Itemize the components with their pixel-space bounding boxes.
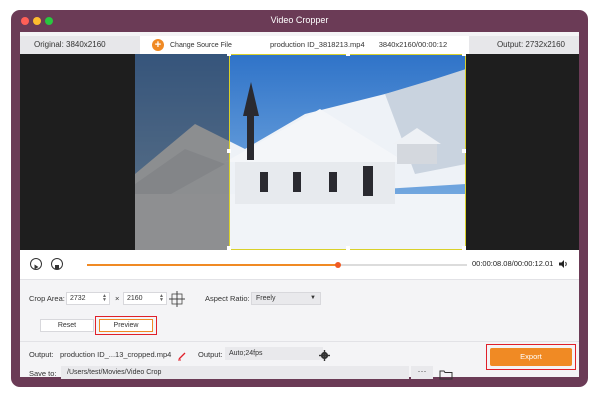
timeline-progress	[87, 264, 338, 266]
reset-button[interactable]: Reset	[40, 319, 94, 332]
aspect-ratio-select[interactable]: Freely ▼	[251, 292, 321, 305]
change-source-button[interactable]: + Change Source File	[152, 38, 232, 52]
stepper-icon[interactable]: ▲ ▼	[102, 294, 107, 303]
crop-height-input[interactable]: 2160 ▲ ▼	[123, 292, 167, 305]
crop-height-value: 2160	[127, 295, 143, 302]
crop-width-value: 2732	[70, 295, 86, 302]
crop-handle-top-left[interactable]	[227, 54, 231, 56]
output-file-name: production ID_...13_cropped.mp4	[60, 350, 172, 359]
highlight-box	[95, 316, 157, 335]
main-panel: Original: 3840x2160 + Change Source File…	[20, 32, 579, 380]
times-sign: ×	[115, 294, 120, 303]
change-source-label: Change Source File	[170, 41, 232, 49]
app-window: Video Cropper Original: 3840x2160 + Chan…	[11, 10, 588, 387]
output-bar: Output: production ID_...13_cropped.mp4 …	[20, 341, 579, 380]
timeline-scrubber[interactable]	[334, 262, 341, 268]
file-name: production ID_3818213.mp4	[270, 40, 365, 49]
gear-icon[interactable]	[319, 348, 330, 366]
stop-icon	[55, 265, 59, 269]
stepper-icon[interactable]: ▲ ▼	[159, 294, 164, 303]
crop-handle-left[interactable]	[227, 149, 231, 153]
crop-frame[interactable]	[227, 54, 466, 250]
volume-icon[interactable]	[558, 259, 569, 271]
chevron-down-icon: ▼	[310, 295, 316, 301]
output-file-label: Output:	[29, 350, 54, 359]
crop-width-input[interactable]: 2732 ▲ ▼	[66, 292, 110, 305]
crop-handle-right[interactable]	[462, 149, 466, 153]
crop-handle-top[interactable]	[346, 54, 350, 56]
crop-area-label: Crop Area:	[29, 294, 65, 303]
center-crop-icon[interactable]	[168, 290, 186, 313]
playback-controls: 00:00:08.08/00:00:12.01	[20, 250, 579, 280]
crop-settings: Crop Area: 2732 ▲ ▼ × 2160 ▲ ▼ Aspect Rati…	[20, 281, 579, 341]
file-info: production ID_3818213.mp4 3840x2160/00:0…	[270, 36, 459, 54]
original-resolution: Original: 3840x2160	[20, 36, 140, 54]
play-button[interactable]	[30, 258, 42, 270]
info-bar: Original: 3840x2160 + Change Source File…	[20, 36, 579, 54]
output-resolution: Output: 2732x2160	[469, 36, 579, 54]
file-meta: 3840x2160/00:00:12	[378, 40, 448, 49]
plus-icon: +	[152, 39, 164, 51]
output-settings-field[interactable]: Auto;24fps	[225, 347, 323, 360]
stop-button[interactable]	[51, 258, 63, 270]
highlight-box	[486, 344, 576, 370]
browse-button[interactable]: ···	[411, 366, 433, 379]
edit-icon[interactable]	[177, 348, 187, 366]
title-bar: Video Cropper	[11, 10, 588, 32]
time-readout: 00:00:08.08/00:00:12.01	[472, 259, 554, 268]
timeline-track[interactable]	[87, 262, 467, 268]
folder-icon[interactable]	[439, 367, 453, 385]
save-path-field[interactable]: /Users/test/Movies/Video Crop	[61, 366, 409, 379]
video-preview	[20, 54, 579, 250]
window-title: Video Cropper	[270, 15, 329, 25]
aspect-ratio-label: Aspect Ratio:	[205, 294, 250, 303]
crop-handle-top-right[interactable]	[462, 54, 466, 56]
save-to-label: Save to:	[29, 369, 57, 378]
aspect-ratio-value: Freely	[256, 295, 276, 302]
output-settings-label: Output:	[198, 350, 223, 359]
play-icon	[34, 264, 39, 270]
crop-mask-left	[135, 54, 229, 250]
